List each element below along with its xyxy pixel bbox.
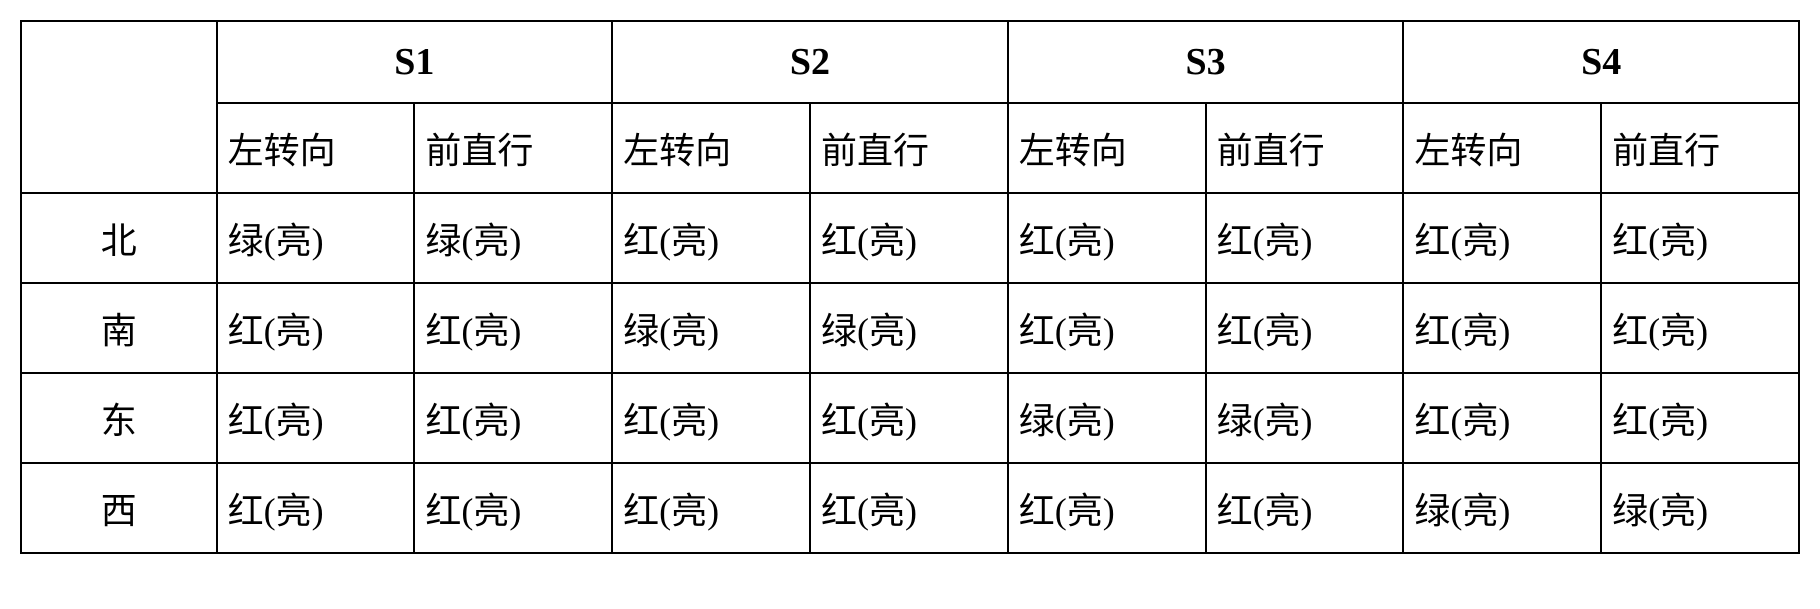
sub-header-left-turn: 左转向 bbox=[1008, 103, 1206, 193]
cell-value: 红(亮) bbox=[1008, 283, 1206, 373]
sub-header-left-turn: 左转向 bbox=[217, 103, 415, 193]
cell-value: 红(亮) bbox=[1601, 373, 1799, 463]
cell-value: 红(亮) bbox=[217, 463, 415, 553]
phase-header-s1: S1 bbox=[217, 21, 613, 103]
cell-value: 红(亮) bbox=[612, 463, 810, 553]
corner-cell bbox=[21, 21, 217, 193]
cell-value: 红(亮) bbox=[1206, 463, 1404, 553]
cell-value: 红(亮) bbox=[1008, 193, 1206, 283]
cell-value: 红(亮) bbox=[1403, 283, 1601, 373]
sub-header-left-turn: 左转向 bbox=[612, 103, 810, 193]
table-row: 东 红(亮) 红(亮) 红(亮) 红(亮) 绿(亮) 绿(亮) 红(亮) 红(亮… bbox=[21, 373, 1799, 463]
table-row: 北 绿(亮) 绿(亮) 红(亮) 红(亮) 红(亮) 红(亮) 红(亮) 红(亮… bbox=[21, 193, 1799, 283]
cell-value: 红(亮) bbox=[1403, 193, 1601, 283]
phase-header-s4: S4 bbox=[1403, 21, 1799, 103]
cell-value: 红(亮) bbox=[810, 373, 1008, 463]
table-row: 南 红(亮) 红(亮) 绿(亮) 绿(亮) 红(亮) 红(亮) 红(亮) 红(亮… bbox=[21, 283, 1799, 373]
cell-value: 红(亮) bbox=[1206, 283, 1404, 373]
cell-value: 绿(亮) bbox=[1206, 373, 1404, 463]
sub-header-left-turn: 左转向 bbox=[1403, 103, 1601, 193]
cell-value: 绿(亮) bbox=[217, 193, 415, 283]
table-header-row-subheaders: 左转向 前直行 左转向 前直行 左转向 前直行 左转向 前直行 bbox=[21, 103, 1799, 193]
cell-value: 绿(亮) bbox=[1601, 463, 1799, 553]
sub-header-straight: 前直行 bbox=[1601, 103, 1799, 193]
signal-phase-table: S1 S2 S3 S4 左转向 前直行 左转向 前直行 左转向 前直行 左转向 … bbox=[20, 20, 1800, 554]
sub-header-straight: 前直行 bbox=[1206, 103, 1404, 193]
table-row: 西 红(亮) 红(亮) 红(亮) 红(亮) 红(亮) 红(亮) 绿(亮) 绿(亮… bbox=[21, 463, 1799, 553]
direction-south: 南 bbox=[21, 283, 217, 373]
cell-value: 绿(亮) bbox=[1403, 463, 1601, 553]
cell-value: 红(亮) bbox=[217, 283, 415, 373]
cell-value: 红(亮) bbox=[217, 373, 415, 463]
direction-west: 西 bbox=[21, 463, 217, 553]
cell-value: 红(亮) bbox=[1008, 463, 1206, 553]
cell-value: 红(亮) bbox=[414, 283, 612, 373]
sub-header-straight: 前直行 bbox=[414, 103, 612, 193]
sub-header-straight: 前直行 bbox=[810, 103, 1008, 193]
cell-value: 绿(亮) bbox=[810, 283, 1008, 373]
cell-value: 红(亮) bbox=[1601, 283, 1799, 373]
cell-value: 绿(亮) bbox=[1008, 373, 1206, 463]
cell-value: 红(亮) bbox=[612, 373, 810, 463]
cell-value: 红(亮) bbox=[810, 193, 1008, 283]
cell-value: 绿(亮) bbox=[414, 193, 612, 283]
cell-value: 红(亮) bbox=[414, 373, 612, 463]
phase-header-s2: S2 bbox=[612, 21, 1008, 103]
table-header-row-phases: S1 S2 S3 S4 bbox=[21, 21, 1799, 103]
cell-value: 红(亮) bbox=[1601, 193, 1799, 283]
cell-value: 红(亮) bbox=[810, 463, 1008, 553]
cell-value: 红(亮) bbox=[612, 193, 810, 283]
phase-header-s3: S3 bbox=[1008, 21, 1404, 103]
cell-value: 红(亮) bbox=[1206, 193, 1404, 283]
direction-east: 东 bbox=[21, 373, 217, 463]
cell-value: 红(亮) bbox=[1403, 373, 1601, 463]
cell-value: 绿(亮) bbox=[612, 283, 810, 373]
direction-north: 北 bbox=[21, 193, 217, 283]
cell-value: 红(亮) bbox=[414, 463, 612, 553]
